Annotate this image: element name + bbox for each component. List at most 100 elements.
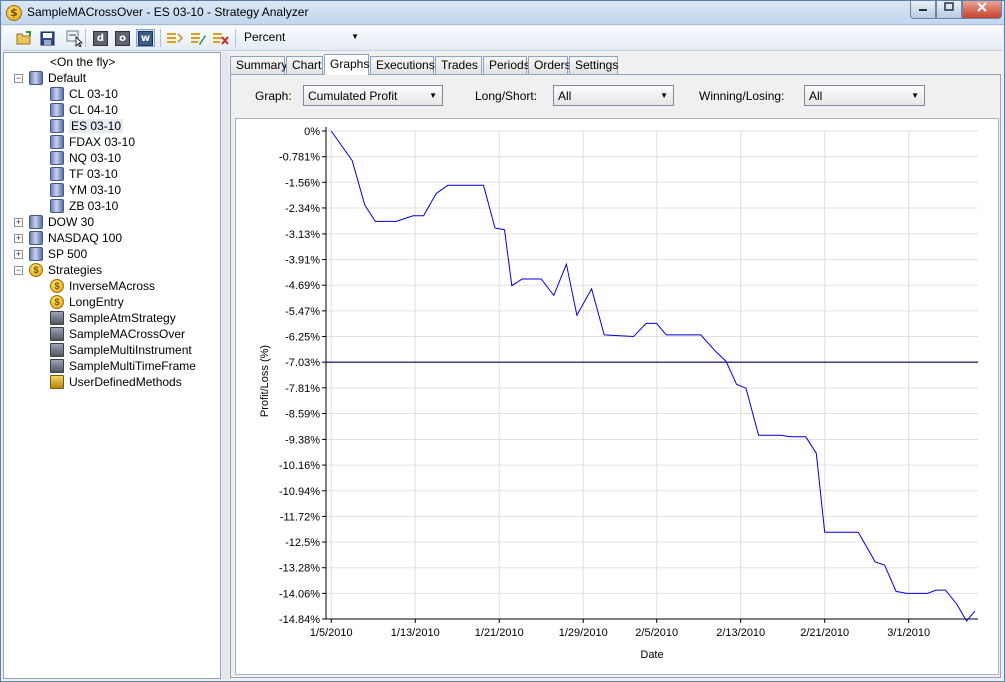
coin-icon: $ (50, 279, 64, 293)
panel-splitter[interactable] (222, 52, 229, 679)
expand-icon[interactable]: + (14, 249, 23, 259)
tree-item-strategy[interactable]: SampleMultiInstrument (50, 342, 192, 358)
tree-item-on-the-fly[interactable]: <On the fly> (50, 54, 115, 70)
x-tick-label: 1/21/2010 (475, 627, 524, 639)
tree-item-instrument[interactable]: TF 03-10 (50, 166, 118, 182)
optimize-button[interactable]: o (113, 29, 132, 47)
y-tick-label: -14.84% (279, 614, 320, 626)
graph-type-value: Cumulated Profit (308, 89, 398, 103)
collapse-icon[interactable]: − (14, 265, 23, 275)
title-bar[interactable]: $ SampleMACrossOver - ES 03-10 - Strateg… (1, 1, 1004, 25)
tab-periods[interactable]: Periods (483, 56, 530, 74)
walk-forward-button[interactable]: w (136, 29, 155, 47)
long-short-dropdown[interactable]: All ▼ (553, 85, 674, 106)
tree-item-strategy[interactable]: SampleAtmStrategy (50, 310, 176, 326)
graph-type-dropdown[interactable]: Cumulated Profit ▼ (303, 85, 443, 106)
x-tick-label: 2/13/2010 (716, 627, 765, 639)
tree-item-instrument[interactable]: CL 03-10 (50, 86, 118, 102)
tree-item-strategy[interactable]: UserDefinedMethods (50, 374, 182, 390)
backtest-button[interactable] (64, 29, 83, 47)
strategy-icon (50, 311, 64, 325)
maximize-button[interactable] (936, 1, 962, 19)
tab-executions[interactable]: Executions (370, 56, 435, 74)
y-tick-label: -10.94% (279, 486, 320, 498)
units-value: Percent (244, 30, 286, 44)
tree-item-instrument[interactable]: NQ 03-10 (50, 150, 121, 166)
tab-chart[interactable]: Chart (286, 56, 323, 74)
tree-item-strategy[interactable]: SampleMultiTimeFrame (50, 358, 196, 374)
tree-item-label: Strategies (48, 263, 103, 277)
tree-folder-group[interactable]: + NASDAQ 100 (14, 230, 122, 246)
instrument-tree[interactable]: <On the fly> − Default CL 03-10 CL 04-10 E… (3, 52, 221, 679)
units-dropdown[interactable]: Percent ▼ (240, 28, 363, 48)
tree-item-instrument[interactable]: ES 03-10 (50, 118, 124, 134)
instrument-icon (50, 103, 64, 117)
tree-item-label: SP 500 (48, 247, 88, 261)
winning-losing-dropdown[interactable]: All ▼ (804, 85, 925, 106)
y-tick-label: -3.91% (285, 255, 320, 267)
expand-icon[interactable]: + (14, 233, 23, 243)
tab-trades[interactable]: Trades (435, 56, 482, 74)
tab-summary[interactable]: Summary (230, 56, 287, 74)
long-short-value: All (558, 89, 572, 103)
save-icon (40, 31, 55, 45)
tab-orders[interactable]: Orders (528, 56, 571, 74)
x-tick-label: 3/1/2010 (887, 627, 930, 639)
expand-icon[interactable]: + (14, 217, 23, 227)
toolbar: d o w Percent ▼ (3, 26, 1002, 51)
optimize-icon: o (115, 30, 130, 46)
tree-item-instrument[interactable]: ZB 03-10 (50, 198, 118, 214)
tree-item-strategy[interactable]: $ InverseMAcross (50, 278, 155, 294)
chevron-down-icon: ▼ (911, 91, 919, 100)
tree-item-instrument[interactable]: CL 04-10 (50, 102, 118, 118)
tab-graphs[interactable]: Graphs (324, 54, 369, 75)
instrument-icon (50, 167, 64, 181)
y-tick-label: -14.06% (279, 588, 320, 600)
open-button[interactable] (15, 29, 34, 47)
edit-list-button[interactable] (189, 29, 208, 47)
tree-item-instrument[interactable]: FDAX 03-10 (50, 134, 135, 150)
y-tick-label: -5.47% (285, 306, 320, 318)
instrument-icon (50, 151, 64, 165)
y-tick-label: -1.56% (285, 177, 320, 189)
y-tick-label: -9.38% (285, 434, 320, 446)
tree-folder-group[interactable]: + DOW 30 (14, 214, 94, 230)
window-title: SampleMACrossOver - ES 03-10 - Strategy … (27, 5, 309, 19)
tree-item-label: SampleMACrossOver (69, 327, 186, 341)
minimize-button[interactable] (910, 1, 936, 19)
tab-settings[interactable]: Settings (569, 56, 618, 74)
app-coin-icon: $ (6, 5, 22, 21)
tree-folder-default[interactable]: − Default (14, 70, 86, 86)
tree-folder-group[interactable]: + SP 500 (14, 246, 87, 262)
remove-list-button[interactable] (211, 29, 230, 47)
x-axis-title: Date (640, 649, 663, 661)
close-button[interactable] (962, 1, 1002, 19)
tree-item-strategy[interactable]: $ LongEntry (50, 294, 124, 310)
remove-list-icon (213, 32, 229, 45)
daily-button[interactable]: d (91, 29, 110, 47)
tree-folder-strategies[interactable]: − $ Strategies (14, 262, 102, 278)
tree-item-label: LongEntry (69, 295, 124, 309)
tree-item-strategy[interactable]: SampleMACrossOver (50, 326, 185, 342)
chart-canvas: 0% -0.781% -1.56% -2.34% -3.13% -3.91% -4.69% -… (259, 126, 978, 661)
y-tick-label: -0.781% (279, 152, 320, 164)
y-tick-label: -11.72% (280, 511, 320, 523)
y-tick-label: -7.03% (285, 357, 320, 369)
strategy-icon (50, 327, 64, 341)
instrument-list-button[interactable] (165, 29, 184, 47)
instrument-list-icon (29, 71, 43, 85)
open-folder-icon (16, 30, 31, 44)
tree-item-label: YM 03-10 (69, 183, 122, 197)
tree-item-instrument[interactable]: YM 03-10 (50, 182, 121, 198)
save-button[interactable] (38, 29, 57, 47)
graphs-panel: Graph: Cumulated Profit ▼ Long/Short: Al… (230, 74, 1001, 678)
tree-item-label: SampleAtmStrategy (69, 311, 176, 325)
instrument-icon (50, 199, 64, 213)
collapse-icon[interactable]: − (14, 73, 23, 83)
chart-series (326, 130, 978, 622)
instrument-icon (50, 135, 64, 149)
x-tick-label: 2/21/2010 (800, 627, 849, 639)
series-line-cumulated-profit (330, 130, 976, 622)
instrument-icon (50, 87, 64, 101)
x-tick-label: 1/29/2010 (559, 627, 608, 639)
